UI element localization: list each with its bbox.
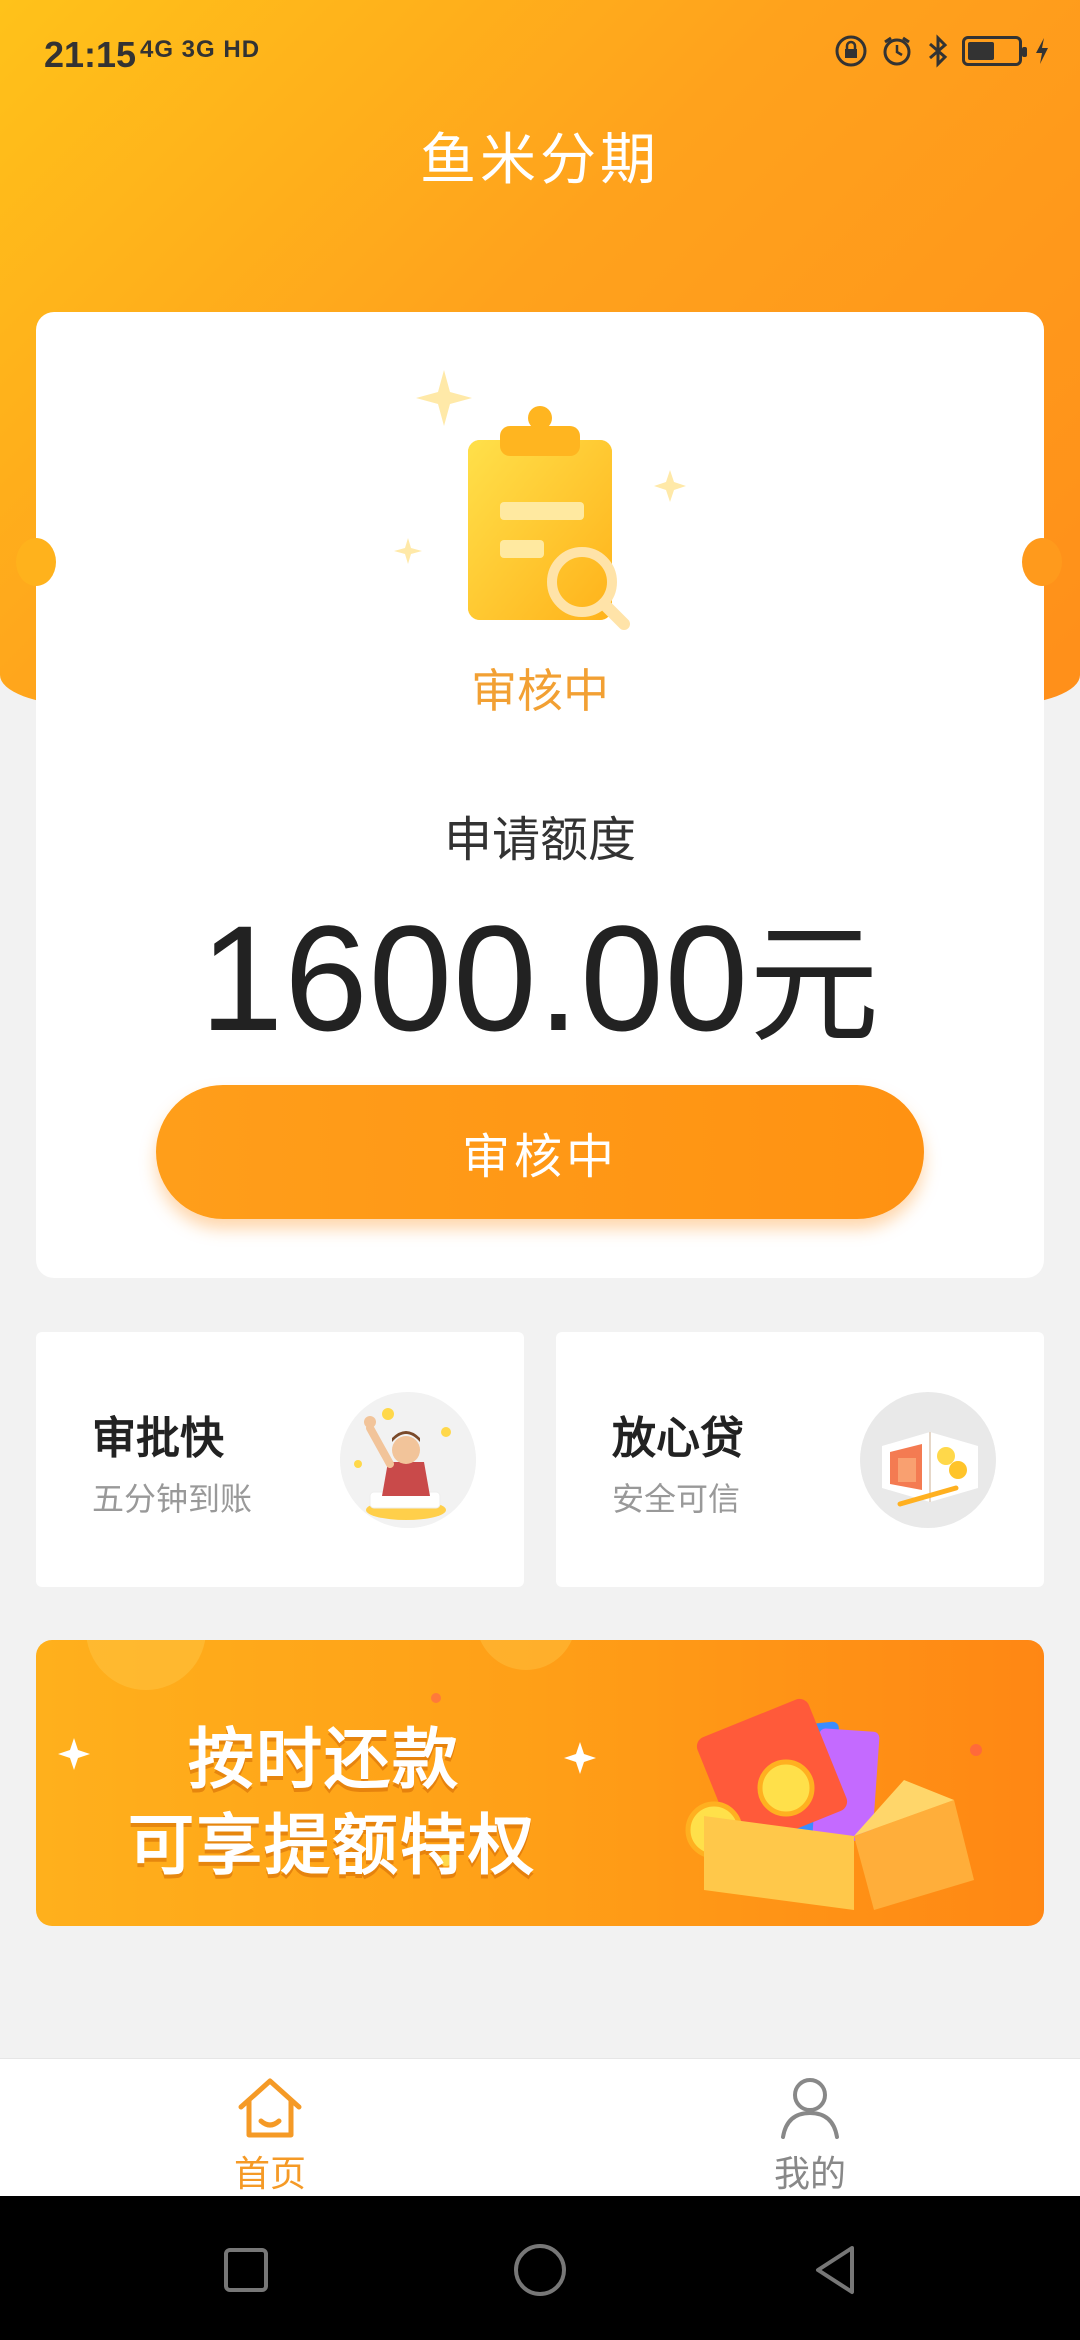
- review-status-text: 审核中: [471, 664, 609, 718]
- network-indicator: 4G 3G HD: [140, 36, 261, 63]
- status-icons: [834, 34, 1050, 68]
- nav-item-mine[interactable]: 我的: [710, 2069, 910, 2197]
- bluetooth-icon: [926, 34, 950, 68]
- feature-subtitle: 五分钟到账: [92, 1480, 253, 1518]
- card-notch-right: [1022, 538, 1062, 586]
- banner-subheadline: 可享提额特权: [128, 1807, 536, 1884]
- clipboard-search-icon: [380, 370, 700, 650]
- recent-apps-icon[interactable]: [216, 2240, 276, 2300]
- home-icon: [238, 2078, 302, 2138]
- lock-icon: [834, 34, 868, 68]
- user-icon: [781, 2078, 839, 2139]
- back-icon[interactable]: [806, 2240, 866, 2300]
- battery-icon: [962, 36, 1027, 66]
- feature-card-fast-approval[interactable]: 审批快 五分钟到账: [36, 1332, 524, 1587]
- nav-label-mine: 我的: [773, 2154, 846, 2195]
- promo-banner[interactable]: 按时还款 可享提额特权: [36, 1640, 1044, 1926]
- system-nav-bar: [0, 2196, 1080, 2340]
- celebrating-person-illustration: [340, 1392, 476, 1528]
- page-title: 鱼米分期: [420, 128, 660, 193]
- feature-card-safe-loan[interactable]: 放心贷 安全可信: [556, 1332, 1044, 1587]
- banner-headline: 按时还款: [188, 1721, 460, 1798]
- home-circle-icon[interactable]: [510, 2240, 570, 2300]
- review-status-button[interactable]: 审核中: [156, 1085, 924, 1219]
- nav-item-home[interactable]: 首页: [170, 2069, 370, 2197]
- book-coins-illustration: [860, 1392, 996, 1528]
- card-notch-left: [16, 538, 56, 586]
- nav-label-home: 首页: [233, 2154, 306, 2195]
- feature-title: 放心贷: [612, 1413, 744, 1464]
- alarm-icon: [880, 34, 914, 68]
- amount-value: 1600.00: [199, 894, 750, 1062]
- bottom-nav: 首页 我的: [0, 2058, 1080, 2196]
- charging-icon: [1034, 36, 1050, 66]
- apply-amount: 1600.00元: [0, 880, 1080, 1068]
- apply-amount-label: 申请额度: [443, 812, 636, 868]
- feature-subtitle: 安全可信: [612, 1480, 741, 1518]
- status-bar: 21:15 4G 3G HD: [0, 0, 1080, 110]
- feature-title: 审批快: [92, 1413, 224, 1464]
- amount-unit: 元: [749, 909, 881, 1061]
- status-time: 21:15: [44, 34, 137, 75]
